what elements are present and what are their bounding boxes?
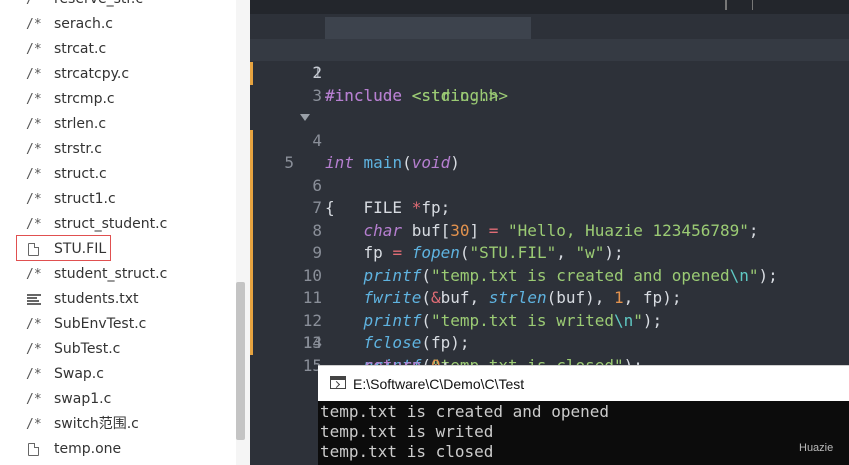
c-file-icon: /* <box>26 317 42 332</box>
code-line[interactable]: 10 fwrite(&buf, strlen(buf), 1, fp); <box>250 220 849 307</box>
c-file-icon: /* <box>26 192 42 207</box>
file-item[interactable]: /* swap1.c <box>0 387 236 412</box>
file-name: struct1.c <box>54 191 116 207</box>
file-name: SubTest.c <box>54 341 121 357</box>
file-name: struct.c <box>54 166 107 182</box>
console-title: E:\Software\C\Demo\C\Test <box>353 376 525 392</box>
file-item[interactable]: /* strlen.c <box>0 112 236 137</box>
file-explorer: /* reserve_str.c /* serach.c /* strcat.c /* str… <box>0 0 250 465</box>
generic-file-icon <box>28 443 39 456</box>
file-name: strlen.c <box>54 116 107 132</box>
code-line[interactable]: 4 int main(void) <box>250 85 849 172</box>
c-file-icon: /* <box>26 67 42 82</box>
file-item[interactable]: temp.one <box>0 437 236 462</box>
file-item[interactable]: /* struct1.c <box>0 187 236 212</box>
code-line[interactable]: 9 printf("temp.txt is created and opened… <box>250 197 849 285</box>
c-file-icon: /* <box>26 142 42 157</box>
code-line[interactable]: 7 char buf[30] = "Hello, Huazie 12345678… <box>250 152 849 240</box>
console-app-icon <box>330 376 346 389</box>
file-name: students.txt <box>54 291 139 307</box>
file-list: /* reserve_str.c /* serach.c /* strcat.c /* str… <box>0 0 236 462</box>
code-line[interactable]: 12 fclose(fp); <box>250 265 849 352</box>
file-item[interactable]: /* strcmp.c <box>0 87 236 112</box>
file-name: struct_student.c <box>54 216 168 232</box>
file-item[interactable]: /* Swap.c <box>0 362 236 387</box>
c-file-icon: /* <box>26 342 42 357</box>
file-name: swap1.c <box>54 391 112 407</box>
file-item[interactable]: /* SubTest.c <box>0 337 236 362</box>
file-item[interactable]: /* strcat.c <box>0 37 236 62</box>
code-line[interactable]: 15 } <box>250 332 849 398</box>
watermark-text: Huazie <box>799 442 834 454</box>
c-file-icon: /* <box>26 117 42 132</box>
file-item[interactable]: /* reserve_str.c <box>0 0 236 12</box>
file-name: SubEnvTest.c <box>54 316 147 332</box>
tab-bar <box>250 0 849 14</box>
code-line[interactable]: 2 #include <stdio.h> <box>250 40 849 105</box>
code-line[interactable]: 8 fp = fopen("STU.FIL", "w"); <box>250 175 849 262</box>
file-item[interactable]: /* strcatcpy.c <box>0 62 236 87</box>
file-name: temp.one <box>54 441 122 457</box>
file-item[interactable]: /* struct_student.c <box>0 212 236 237</box>
console-titlebar[interactable]: E:\Software\C\Demo\C\Test <box>318 365 849 401</box>
file-item[interactable]: /* strstr.c <box>0 137 236 162</box>
file-item[interactable]: students.txt <box>0 287 236 312</box>
file-name: Swap.c <box>54 366 104 382</box>
code-line[interactable]: 11 printf("temp.txt is writed\n"); <box>250 242 849 330</box>
line-number: 15 <box>302 355 322 375</box>
code-line[interactable]: 13 printf("temp.txt is closed"); <box>250 287 849 375</box>
file-name: serach.c <box>54 16 113 32</box>
file-item[interactable]: /* struct.c <box>0 162 236 187</box>
console-output-line: temp.txt is created and opened <box>320 402 609 421</box>
c-file-icon: /* <box>26 217 42 232</box>
console-output-line: temp.txt is writed <box>320 422 494 441</box>
c-file-icon: /* <box>26 167 42 182</box>
c-file-icon: /* <box>26 0 46 12</box>
file-item[interactable]: /* serach.c <box>0 12 236 37</box>
console-window[interactable]: E:\Software\C\Demo\C\Test temp.txt is cr… <box>318 365 849 465</box>
console-output-line: temp.txt is closed <box>320 442 494 461</box>
file-name: reserve_str.c <box>54 0 143 12</box>
c-file-icon: /* <box>26 392 42 407</box>
c-file-icon: /* <box>26 42 42 57</box>
code-line[interactable]: 6 FILE *fp; <box>250 130 849 217</box>
c-file-icon: /* <box>26 17 42 32</box>
file-name: switch范围.c <box>54 416 139 432</box>
code-line[interactable]: 1 #include <string.h> <box>250 17 849 105</box>
sidebar-scrollbar-thumb[interactable] <box>236 282 245 440</box>
tab-divider <box>752 0 753 10</box>
file-item[interactable]: /* switch范围.c <box>0 412 236 437</box>
file-name: strstr.c <box>54 141 102 157</box>
file-item[interactable]: /* student_struct.c <box>0 262 236 287</box>
file-name: strcmp.c <box>54 91 115 107</box>
text-file-icon <box>27 294 41 305</box>
fold-arrow-icon[interactable] <box>300 114 310 121</box>
code-line[interactable]: 14 return 0; <box>250 310 849 375</box>
selected-file-highlight <box>16 235 111 261</box>
file-item[interactable]: /* SubEnvTest.c <box>0 312 236 337</box>
c-file-icon: /* <box>26 417 42 432</box>
code-line[interactable]: 3 <box>250 62 849 105</box>
file-name: student_struct.c <box>54 266 168 282</box>
c-file-icon: /* <box>26 267 42 282</box>
file-name: strcatcpy.c <box>54 66 130 82</box>
c-file-icon: /* <box>26 367 42 382</box>
c-file-icon: /* <box>26 92 42 107</box>
tab-divider <box>725 0 727 10</box>
code-line[interactable]: 5 { <box>250 107 849 217</box>
file-name: strcat.c <box>54 41 107 57</box>
